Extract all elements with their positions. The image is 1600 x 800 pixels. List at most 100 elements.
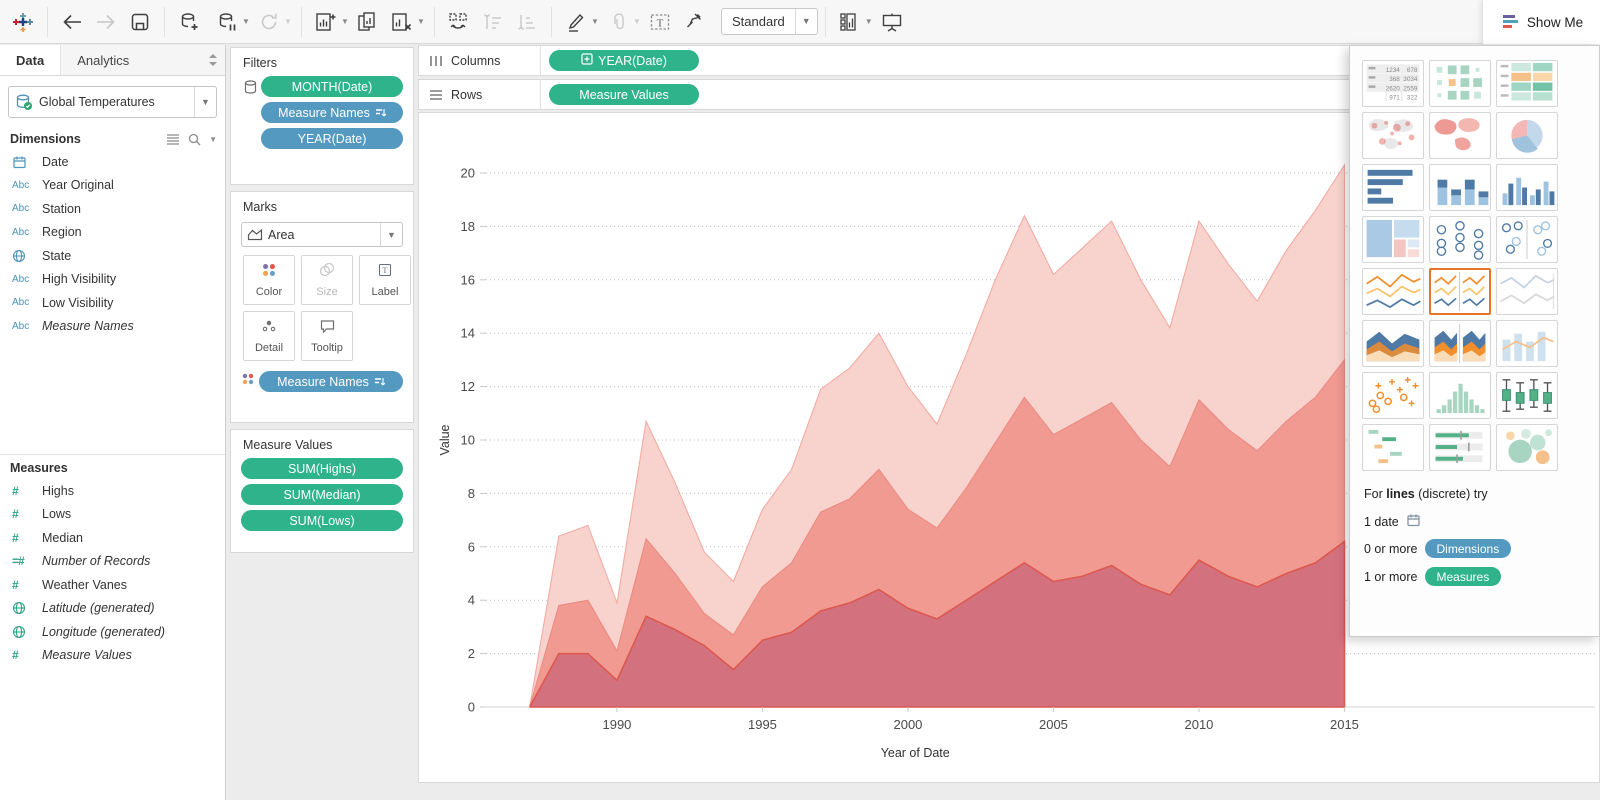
field-weather-vanes[interactable]: #Weather Vanes: [0, 573, 225, 597]
filter-pill-year-date-[interactable]: YEAR(Date): [261, 128, 403, 149]
highlight-button[interactable]: [559, 5, 593, 39]
filter-pill-measure-names[interactable]: Measure Names: [261, 102, 403, 123]
shelf-pill-year-date-[interactable]: YEAR(Date): [549, 50, 699, 71]
mark-button-label: Color: [256, 286, 282, 298]
show-me-filled-map[interactable]: [1429, 112, 1491, 159]
show-me-histogram[interactable]: [1429, 372, 1491, 419]
redo-button[interactable]: [89, 5, 123, 39]
tooltip-button[interactable]: Tooltip: [301, 311, 353, 361]
new-worksheet-button[interactable]: [309, 5, 343, 39]
field-date[interactable]: Date: [0, 150, 225, 174]
show-me-dual-lines[interactable]: [1496, 268, 1558, 315]
chevron-down-icon[interactable]: ▼: [194, 87, 216, 117]
swap-rows-columns-button[interactable]: [442, 5, 476, 39]
field-latitude-generated-[interactable]: Latitude (generated): [0, 597, 225, 621]
svg-text:8: 8: [468, 486, 475, 501]
undo-button[interactable]: [55, 5, 89, 39]
fix-axes-button[interactable]: [677, 5, 711, 39]
filter-pill-month-date-[interactable]: MONTH(Date): [261, 76, 403, 97]
show-mark-labels-button[interactable]: T: [643, 5, 677, 39]
field-low-visibility[interactable]: AbcLow Visibility: [0, 291, 225, 315]
packed-bubbles-icon: [1498, 426, 1556, 469]
toolbar-divider: [434, 7, 435, 37]
measure-values-pill-sum-lows-[interactable]: SUM(Lows): [241, 510, 403, 531]
show-me-highlight-table[interactable]: [1496, 60, 1558, 107]
tab-data[interactable]: Data: [0, 45, 60, 75]
chevron-down-icon[interactable]: ▼: [380, 223, 402, 246]
pill-label: YEAR(Date): [298, 132, 367, 146]
measure-values-pill-sum-median-[interactable]: SUM(Median): [241, 484, 403, 505]
pane-swap-icon[interactable]: [201, 45, 225, 75]
show-me-box-and-whisker[interactable]: [1496, 372, 1558, 419]
label-button[interactable]: TLabel: [359, 255, 411, 305]
datasource-icon: [9, 93, 39, 111]
field-label: High Visibility: [42, 272, 116, 286]
field-state[interactable]: State: [0, 244, 225, 268]
symbol-map-icon: [1364, 114, 1422, 157]
side-by-side-circles-icon: [1498, 218, 1556, 261]
new-datasource-button[interactable]: [172, 5, 206, 39]
show-me-area-discrete[interactable]: [1429, 320, 1491, 367]
svg-text:18: 18: [461, 219, 475, 234]
field-number-of-records[interactable]: =#Number of Records: [0, 550, 225, 574]
show-me-toolbar-button[interactable]: Show Me: [1482, 0, 1600, 44]
fit-select[interactable]: Standard ▼: [721, 8, 818, 35]
detail-button[interactable]: Detail: [243, 311, 295, 361]
show-me-bullet-graph[interactable]: [1429, 424, 1491, 471]
show-me-packed-bubbles[interactable]: [1496, 424, 1558, 471]
show-me-side-by-side-bars[interactable]: [1496, 164, 1558, 211]
show-me-text-table[interactable]: 1234678368303426202559971322: [1362, 60, 1424, 107]
chevron-down-icon[interactable]: ▼: [795, 9, 817, 34]
mark-button-label: Label: [372, 286, 399, 298]
show-me-lines-continuous[interactable]: [1362, 268, 1424, 315]
columns-shelf-label: Columns: [419, 46, 541, 75]
area-discrete-icon: [1431, 322, 1489, 365]
field-year-original[interactable]: AbcYear Original: [0, 174, 225, 198]
datasource-selector[interactable]: Global Temperatures ▼: [8, 86, 217, 118]
field-station[interactable]: AbcStation: [0, 197, 225, 221]
pause-auto-updates-button[interactable]: [210, 5, 244, 39]
field-highs[interactable]: #Highs: [0, 479, 225, 503]
svg-text:6: 6: [468, 539, 475, 554]
show-me-heat-map[interactable]: [1429, 60, 1491, 107]
show-hide-cards-button[interactable]: [833, 5, 867, 39]
field-measure-names[interactable]: AbcMeasure Names: [0, 315, 225, 339]
shelf-pill-measure-values[interactable]: Measure Values: [549, 84, 699, 105]
duplicate-sheet-button[interactable]: [351, 5, 385, 39]
show-me-symbol-map[interactable]: [1362, 112, 1424, 159]
svg-text:2000: 2000: [893, 717, 922, 732]
show-me-treemap[interactable]: [1362, 216, 1424, 263]
field-label: Median: [42, 531, 83, 545]
field-measure-values[interactable]: #Measure Values: [0, 644, 225, 668]
tab-analytics[interactable]: Analytics: [60, 45, 201, 75]
chevron-down-icon[interactable]: ▼: [209, 135, 217, 144]
color-button[interactable]: Color: [243, 255, 295, 305]
presentation-mode-button[interactable]: [875, 5, 909, 39]
show-me-dual-combination[interactable]: [1496, 320, 1558, 367]
requirement-label: 1 date: [1364, 515, 1399, 529]
search-icon[interactable]: [188, 133, 201, 146]
field-high-visibility[interactable]: AbcHigh Visibility: [0, 268, 225, 292]
measure-values-pill-sum-highs-[interactable]: SUM(Highs): [241, 458, 403, 479]
globe-icon: [12, 625, 42, 639]
show-me-area-continuous[interactable]: [1362, 320, 1424, 367]
expand-hierarchy-icon[interactable]: [581, 53, 593, 68]
show-me-gantt[interactable]: [1362, 424, 1424, 471]
marks-pill-measure-names[interactable]: Measure Names: [259, 371, 403, 392]
show-me-stacked-bars[interactable]: [1429, 164, 1491, 211]
show-me-horizontal-bars[interactable]: [1362, 164, 1424, 211]
show-me-circle-views[interactable]: [1429, 216, 1491, 263]
field-longitude-generated-[interactable]: Longitude (generated): [0, 620, 225, 644]
save-button[interactable]: [123, 5, 157, 39]
show-me-side-by-side-circles[interactable]: [1496, 216, 1558, 263]
mark-type-select[interactable]: Area ▼: [241, 222, 403, 247]
show-me-pie-chart[interactable]: [1496, 112, 1558, 159]
field-lows[interactable]: #Lows: [0, 503, 225, 527]
view-data-icon[interactable]: [166, 133, 180, 145]
field-median[interactable]: #Median: [0, 526, 225, 550]
field-region[interactable]: AbcRegion: [0, 221, 225, 245]
show-me-lines-discrete[interactable]: [1429, 268, 1491, 315]
show-me-scatter-plot[interactable]: [1362, 372, 1424, 419]
svg-text:2559: 2559: [1403, 85, 1418, 92]
clear-sheet-button[interactable]: [385, 5, 419, 39]
